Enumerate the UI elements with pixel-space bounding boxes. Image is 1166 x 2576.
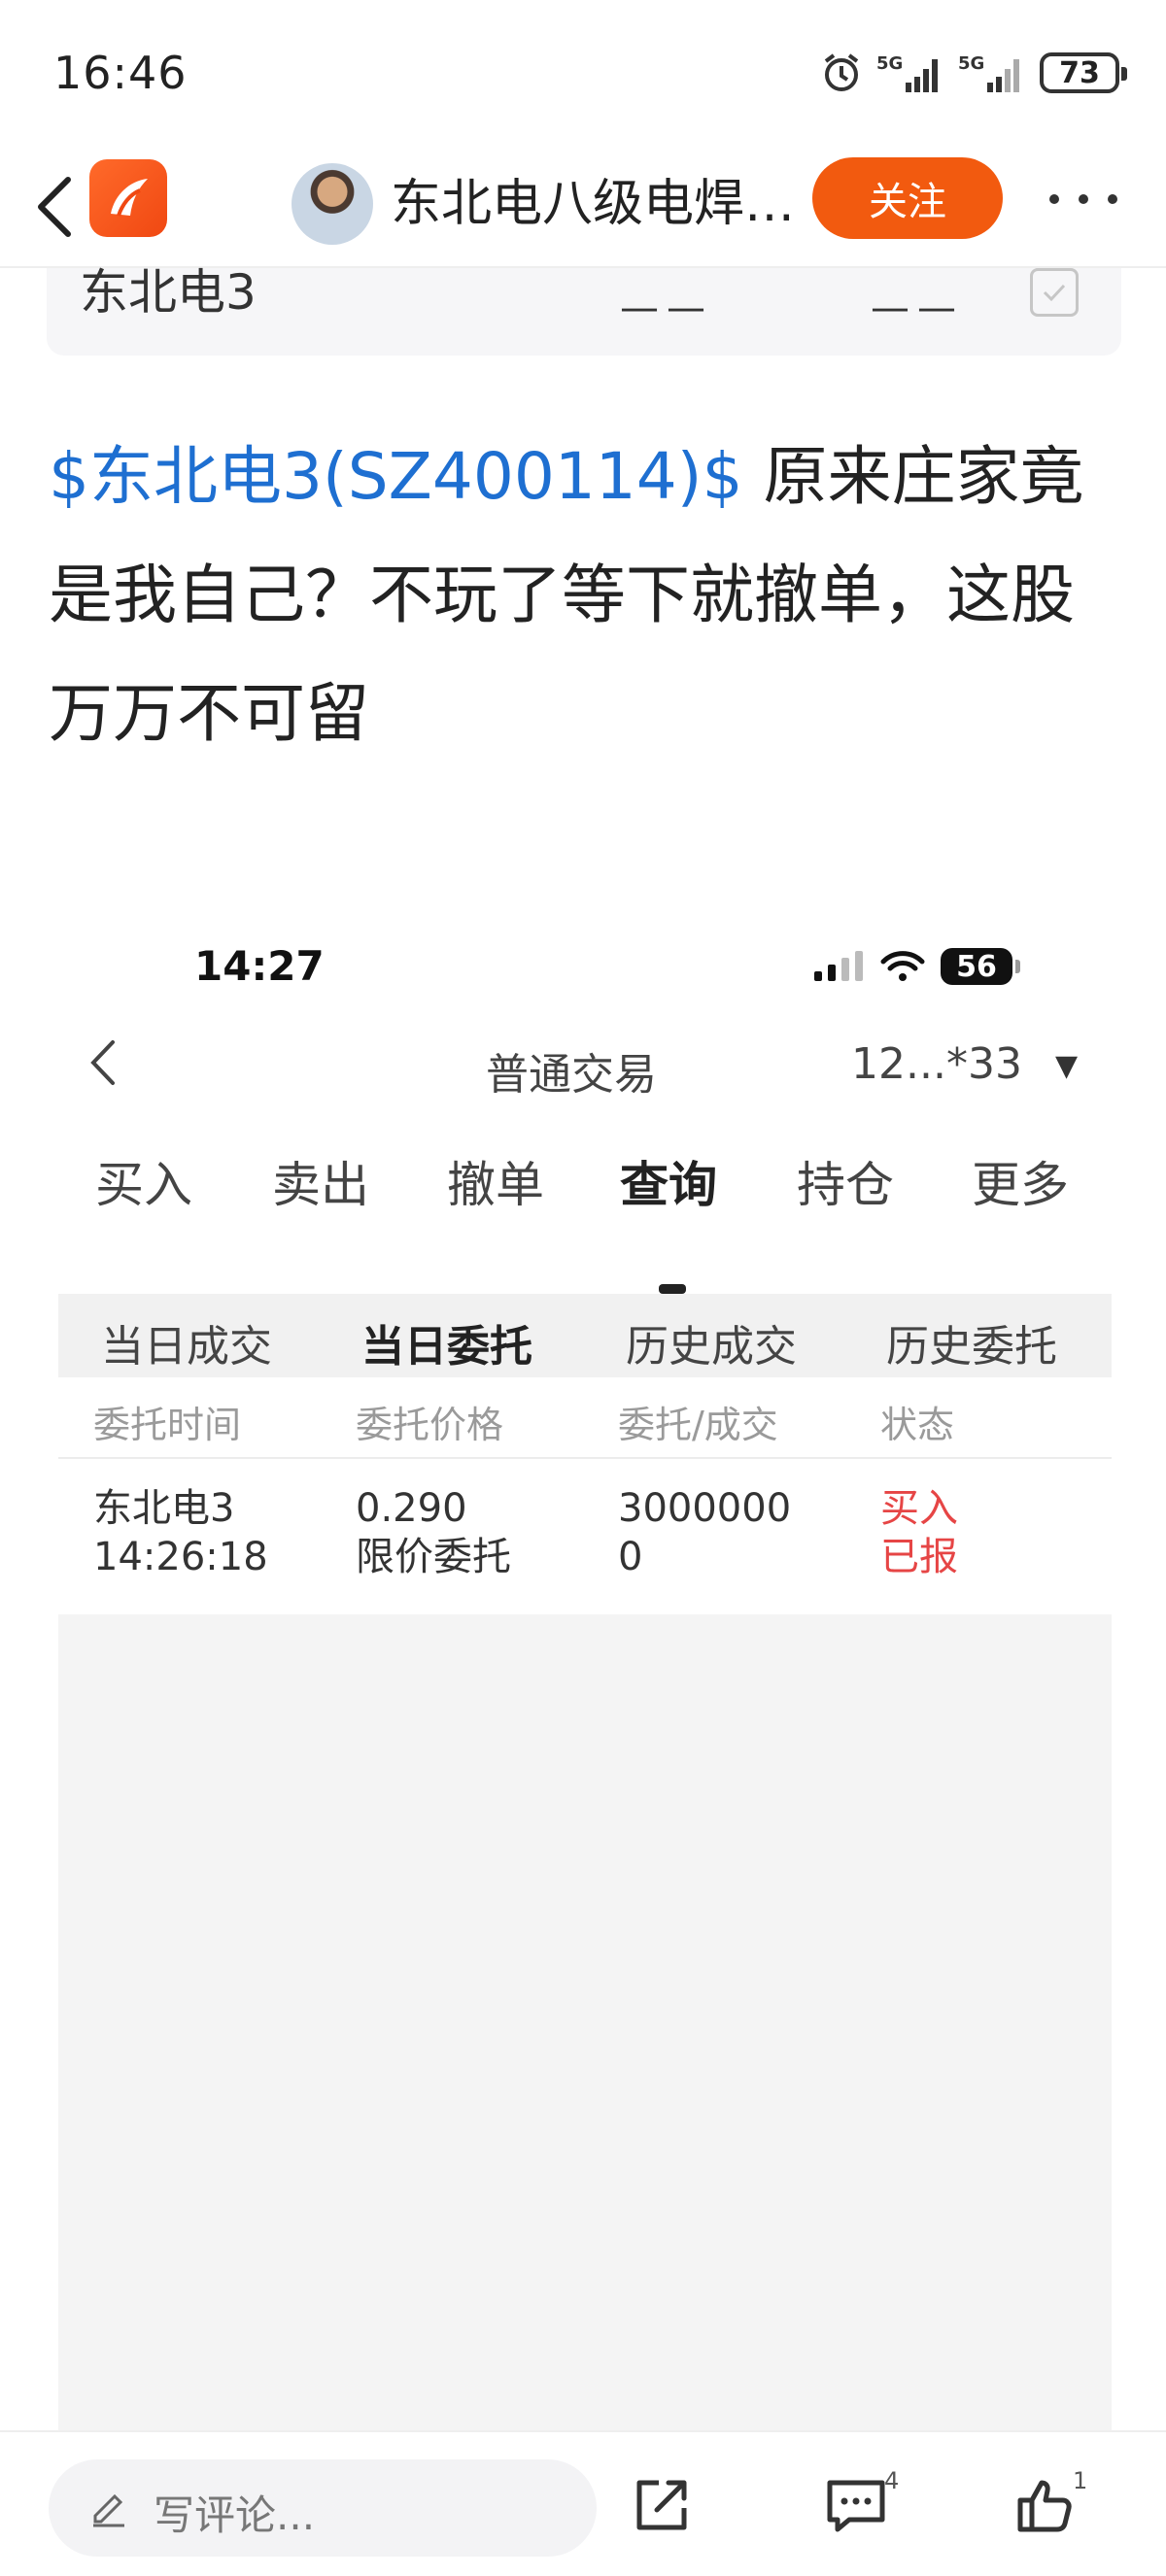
stock-price: —— xyxy=(620,286,713,330)
cell-name-time: 东北电3 14:26:18 xyxy=(93,1484,268,1581)
tab-more[interactable]: 更多 xyxy=(972,1146,1069,1216)
account-selector[interactable]: 12...*33 xyxy=(851,1039,1022,1089)
embedded-screenshot[interactable]: 14:27 56 普通交易 12...*33 ▼ 买入 卖出 撤单 查询 持仓 … xyxy=(0,913,1166,2430)
subtab-history-orders[interactable]: 历史委托 xyxy=(886,1311,1057,1373)
more-dot xyxy=(1108,194,1117,204)
cell-price: 0.290 限价委托 xyxy=(356,1484,511,1581)
like-button[interactable] xyxy=(1011,2471,1079,2539)
order-side: 买入 xyxy=(880,1486,958,1531)
caret-down-icon[interactable]: ▼ xyxy=(1055,1049,1078,1083)
table-row[interactable]: 东北电3 14:26:18 0.290 限价委托 3000000 0 买入 已报 xyxy=(58,1459,1112,1614)
back-button[interactable] xyxy=(25,173,84,241)
bottom-bar: 写评论... 4 1 xyxy=(0,2430,1166,2576)
header-order-time: 委托时间 xyxy=(93,1404,242,1446)
share-icon xyxy=(636,2480,687,2530)
order-time: 14:26:18 xyxy=(93,1535,268,1579)
check-icon xyxy=(1043,284,1066,302)
thumbs-up-icon xyxy=(1017,2480,1072,2532)
inner-page-title: 普通交易 xyxy=(486,1050,657,1100)
logo-icon xyxy=(111,179,148,217)
inner-nav: 普通交易 12...*33 ▼ xyxy=(0,1010,1166,1117)
subtab-today-orders[interactable]: 当日委托 xyxy=(361,1311,532,1373)
empty-list-area xyxy=(58,1614,1112,2430)
like-count: 1 xyxy=(1073,2467,1088,2494)
cell-status: 买入 已报 xyxy=(880,1484,958,1581)
more-dot xyxy=(1049,194,1059,204)
status-time: 16:46 xyxy=(53,47,188,99)
cell-quantity: 3000000 0 xyxy=(618,1484,791,1581)
app-logo[interactable] xyxy=(89,159,167,237)
trade-tabs: 买入 卖出 撤单 查询 持仓 更多 xyxy=(58,1146,1098,1234)
header-order-filled: 委托/成交 xyxy=(618,1404,778,1446)
more-options-button[interactable] xyxy=(1049,175,1117,223)
cell-signal-icon xyxy=(814,951,863,981)
subtab-today-deals[interactable]: 当日成交 xyxy=(101,1311,272,1373)
tab-query[interactable]: 查询 xyxy=(620,1146,717,1216)
header-order-price: 委托价格 xyxy=(356,1404,504,1446)
subtab-history-deals[interactable]: 历史成交 xyxy=(626,1311,797,1373)
tab-cancel[interactable]: 撤单 xyxy=(447,1146,544,1216)
author-avatar[interactable] xyxy=(292,163,373,245)
comment-count: 4 xyxy=(884,2467,900,2494)
order-price-type: 限价委托 xyxy=(356,1535,511,1579)
battery-indicator: 73 xyxy=(1040,52,1127,93)
inner-status-icons: 56 xyxy=(812,948,1020,985)
stock-name: 东北电3 xyxy=(80,264,257,321)
order-filled: 0 xyxy=(618,1535,643,1579)
header-status: 状态 xyxy=(880,1404,955,1446)
active-tab-indicator xyxy=(659,1284,686,1294)
chevron-left-icon xyxy=(38,177,71,237)
inner-status-time: 14:27 xyxy=(194,942,325,990)
author-name[interactable]: 东北电八级电焊… xyxy=(391,165,808,243)
nav-bar: 东北电八级电焊… 关注 xyxy=(0,146,1166,268)
comment-button[interactable] xyxy=(822,2471,890,2539)
pencil-icon xyxy=(93,2493,124,2527)
add-watchlist-checkbox[interactable] xyxy=(1030,268,1079,317)
tab-buy[interactable]: 买入 xyxy=(95,1146,192,1216)
order-status: 已报 xyxy=(880,1535,958,1579)
wifi-icon xyxy=(880,951,925,981)
stock-tag-link[interactable]: $东北电3(SZ400114)$ xyxy=(49,439,743,514)
svg-text:5G: 5G xyxy=(958,53,984,74)
status-icons: 5G 5G 73 xyxy=(820,49,1127,97)
alarm-icon xyxy=(820,51,863,94)
comment-input[interactable]: 写评论... xyxy=(49,2459,597,2557)
inner-back-button[interactable] xyxy=(78,1034,126,1092)
comment-placeholder: 写评论... xyxy=(154,2491,316,2539)
order-quantity: 3000000 xyxy=(618,1486,792,1531)
tab-positions[interactable]: 持仓 xyxy=(797,1146,894,1216)
stock-card[interactable]: 东北电3 —— —— xyxy=(47,268,1121,356)
share-button[interactable] xyxy=(628,2471,696,2539)
stock-change: —— xyxy=(871,286,964,330)
post-body: $东北电3(SZ400114)$ 原来庄家竟是我自己？不玩了等下就撤单，这股万万… xyxy=(49,418,1117,773)
order-price: 0.290 xyxy=(356,1486,467,1531)
follow-button[interactable]: 关注 xyxy=(812,157,1003,239)
signal-5g-icon: 5G xyxy=(876,51,944,94)
table-header: 委托时间 委托价格 委托/成交 状态 xyxy=(58,1377,1112,1459)
chevron-left-icon xyxy=(90,1040,115,1085)
tab-sell[interactable]: 卖出 xyxy=(272,1146,369,1216)
comment-icon xyxy=(827,2480,885,2532)
status-bar: 16:46 5G 5G 73 xyxy=(0,0,1166,146)
svg-text:5G: 5G xyxy=(876,53,903,74)
more-dot xyxy=(1079,194,1088,204)
inner-battery: 56 xyxy=(941,948,1020,985)
order-stock-name: 东北电3 xyxy=(93,1486,235,1531)
query-subtabs: 当日成交 当日委托 历史成交 历史委托 xyxy=(58,1294,1112,1377)
signal-5g-icon-2: 5G xyxy=(958,51,1026,94)
